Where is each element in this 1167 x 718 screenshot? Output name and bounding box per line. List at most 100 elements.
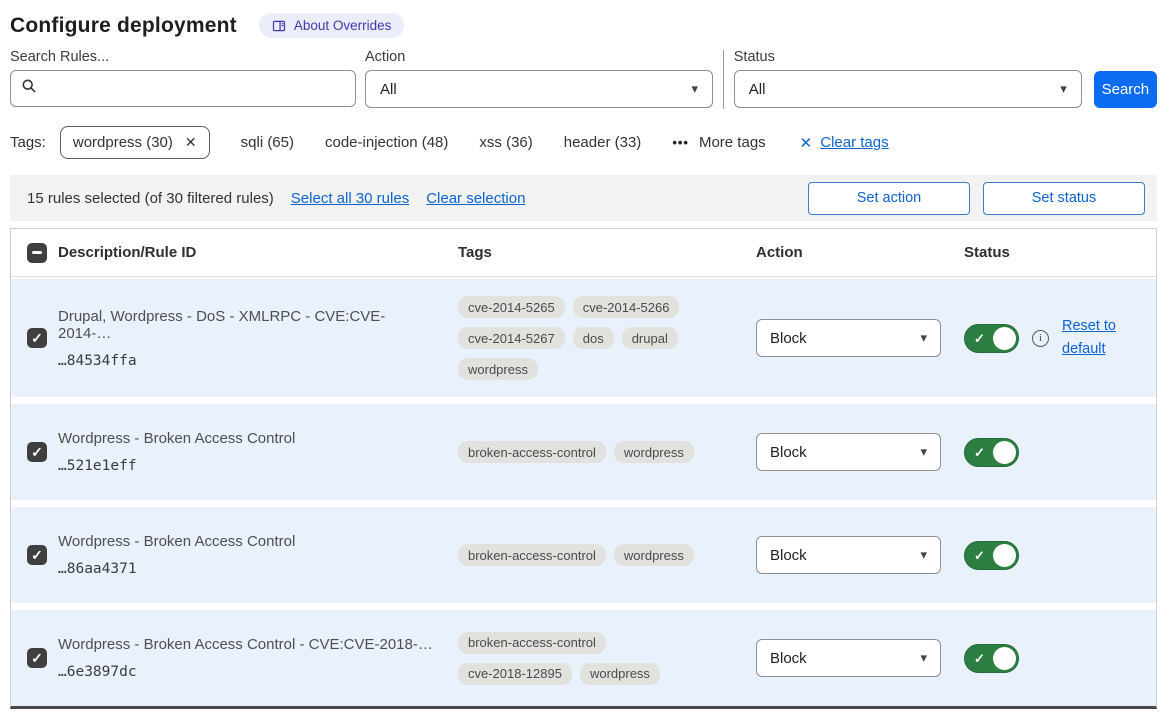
table-row: ✓ Wordpress - Broken Access Control - CV… [11, 610, 1156, 706]
clear-selection-link[interactable]: Clear selection [426, 190, 525, 207]
search-icon [21, 78, 37, 99]
status-filter-select[interactable]: All ▾ [734, 70, 1082, 108]
toggle-knob [993, 647, 1016, 670]
rule-action-value: Block [770, 547, 807, 564]
search-rules-box [10, 70, 356, 107]
tag-pill: wordpress [458, 358, 538, 380]
check-icon: ✓ [974, 549, 985, 562]
status-toggle-on[interactable]: ✓ [964, 644, 1019, 673]
toggle-knob [993, 544, 1016, 567]
rules-table: Description/Rule ID Tags Action Status ✓… [10, 228, 1157, 709]
tag-chip-label: wordpress (30) [73, 134, 173, 151]
action-filter-label: Action [365, 49, 713, 65]
row-checkbox[interactable]: ✓ [27, 545, 47, 565]
tag-chip-wordpress[interactable]: wordpress (30) ✕ [60, 126, 210, 159]
rule-tags: broken-access-control wordpress [458, 441, 713, 463]
column-header-tags: Tags [458, 244, 756, 261]
status-toggle-on[interactable]: ✓ [964, 541, 1019, 570]
chevron-down-icon: ▾ [691, 81, 698, 97]
toggle-knob [993, 327, 1016, 350]
ellipsis-icon: ••• [672, 135, 689, 150]
more-tags-button[interactable]: ••• More tags [672, 134, 765, 151]
tag-pill: dos [573, 327, 614, 349]
rule-action-select[interactable]: Block ▾ [756, 433, 941, 471]
rule-description-cell: Wordpress - Broken Access Control …86aa4… [58, 533, 458, 577]
filter-divider [723, 50, 724, 109]
rule-description-cell: Drupal, Wordpress - DoS - XMLRPC - CVE:C… [58, 308, 458, 369]
search-rules-label: Search Rules... [10, 49, 356, 65]
action-filter-value: All [380, 81, 397, 98]
chevron-down-icon: ▾ [1060, 81, 1067, 97]
tag-pill: broken-access-control [458, 441, 606, 463]
rule-id: …6e3897dc [58, 664, 434, 680]
selection-summary: 15 rules selected (of 30 filtered rules) [27, 190, 274, 207]
column-header-status: Status [964, 244, 1156, 261]
chevron-down-icon: ▾ [920, 547, 927, 563]
status-filter-label: Status [734, 49, 1082, 65]
select-all-link[interactable]: Select all 30 rules [291, 190, 409, 207]
rule-description: Wordpress - Broken Access Control - CVE:… [58, 636, 434, 653]
info-icon[interactable]: i [1032, 330, 1049, 347]
rule-description: Drupal, Wordpress - DoS - XMLRPC - CVE:C… [58, 308, 434, 342]
rule-tags: cve-2014-5265 cve-2014-5266 cve-2014-526… [458, 296, 713, 380]
filter-bar: Search Rules... Action All ▾ Status All … [0, 47, 1167, 109]
action-filter-select[interactable]: All ▾ [365, 70, 713, 108]
selection-bar: 15 rules selected (of 30 filtered rules)… [10, 175, 1157, 221]
check-icon: ✓ [31, 445, 43, 459]
chevron-down-icon: ▾ [920, 444, 927, 460]
check-icon: ✓ [31, 651, 43, 665]
tag-item-header[interactable]: header (33) [564, 134, 642, 151]
page-header: Configure deployment About Overrides [0, 0, 1167, 47]
rule-description: Wordpress - Broken Access Control [58, 533, 434, 550]
column-header-description: Description/Rule ID [58, 244, 458, 261]
indeterminate-icon [32, 251, 42, 254]
tag-item-code-injection[interactable]: code-injection (48) [325, 134, 448, 151]
about-overrides-badge[interactable]: About Overrides [259, 13, 405, 38]
check-icon: ✓ [974, 332, 985, 345]
set-action-button[interactable]: Set action [808, 182, 970, 215]
chevron-down-icon: ▾ [920, 330, 927, 346]
page-title: Configure deployment [10, 14, 237, 38]
rule-action-select[interactable]: Block ▾ [756, 319, 941, 357]
rule-action-value: Block [770, 330, 807, 347]
toggle-knob [993, 441, 1016, 464]
tag-pill: cve-2018-12895 [458, 663, 572, 685]
select-all-checkbox[interactable] [27, 243, 47, 263]
tag-pill: broken-access-control [458, 544, 606, 566]
about-overrides-label: About Overrides [294, 18, 392, 33]
rule-action-value: Block [770, 650, 807, 667]
rule-id: …521e1eff [58, 458, 434, 474]
tag-item-sqli[interactable]: sqli (65) [241, 134, 294, 151]
search-button[interactable]: Search [1094, 71, 1157, 108]
rule-description-cell: Wordpress - Broken Access Control - CVE:… [58, 636, 458, 680]
status-toggle-on[interactable]: ✓ [964, 324, 1019, 353]
table-row: ✓ Drupal, Wordpress - DoS - XMLRPC - CVE… [11, 279, 1156, 397]
set-status-button[interactable]: Set status [983, 182, 1145, 215]
rule-id: …86aa4371 [58, 561, 434, 577]
tag-item-xss[interactable]: xss (36) [479, 134, 532, 151]
tag-pill: cve-2014-5265 [458, 296, 565, 318]
clear-tags-link[interactable]: ✕ Clear tags [800, 134, 889, 152]
close-icon[interactable]: ✕ [185, 134, 197, 151]
search-rules-input[interactable] [45, 80, 345, 97]
row-checkbox[interactable]: ✓ [27, 442, 47, 462]
close-icon: ✕ [800, 134, 813, 152]
rule-description: Wordpress - Broken Access Control [58, 430, 434, 447]
column-header-action: Action [756, 244, 964, 261]
table-header-row: Description/Rule ID Tags Action Status [11, 229, 1156, 277]
status-toggle-on[interactable]: ✓ [964, 438, 1019, 467]
tag-pill: cve-2014-5267 [458, 327, 565, 349]
rule-id: …84534ffa [58, 353, 434, 369]
status-filter-value: All [749, 81, 766, 98]
book-icon [272, 19, 286, 33]
row-checkbox[interactable]: ✓ [27, 328, 47, 348]
rule-action-select[interactable]: Block ▾ [756, 536, 941, 574]
tags-label: Tags: [10, 134, 46, 151]
rule-tags: broken-access-control wordpress [458, 544, 713, 566]
more-tags-label: More tags [699, 134, 766, 151]
rule-action-select[interactable]: Block ▾ [756, 639, 941, 677]
tag-pill: wordpress [614, 544, 694, 566]
row-checkbox[interactable]: ✓ [27, 648, 47, 668]
clear-tags-label: Clear tags [820, 134, 888, 151]
reset-to-default-link[interactable]: Reset to default [1062, 315, 1124, 362]
